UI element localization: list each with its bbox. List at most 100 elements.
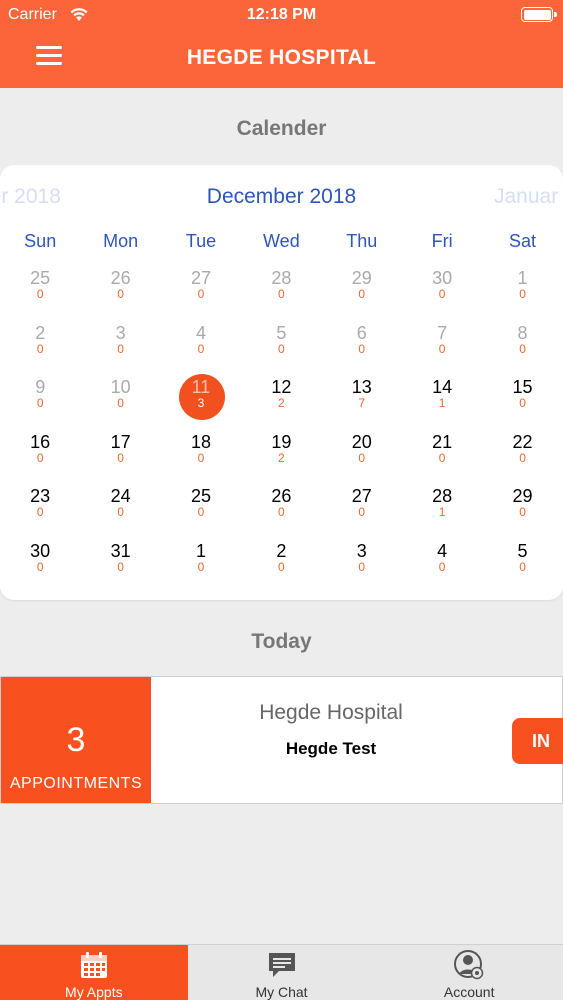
calendar-day[interactable]: 29 0 <box>322 265 402 320</box>
calendar-week-row: 25 0 26 0 27 0 28 0 29 0 30 0 1 0 <box>0 265 563 320</box>
calendar-day[interactable]: 27 0 <box>322 483 402 538</box>
calendar-day[interactable]: 10 <box>161 538 241 593</box>
day-appointment-count: 0 <box>519 505 526 519</box>
calendar-day-selected[interactable]: 11 3 <box>161 374 241 429</box>
calendar-day[interactable]: 15 0 <box>482 374 562 429</box>
calendar-day[interactable]: 25 0 <box>161 483 241 538</box>
tab-label: My Appts <box>65 984 123 1000</box>
day-number: 25 <box>30 268 51 288</box>
calendar-day[interactable]: 30 <box>80 320 160 375</box>
day-appointment-count: 0 <box>278 287 285 301</box>
day-appointment-count: 0 <box>519 287 526 301</box>
calendar-day[interactable]: 28 1 <box>402 483 482 538</box>
day-appointment-count: 0 <box>438 450 446 465</box>
day-number: 28 <box>432 486 453 506</box>
calendar-day[interactable]: 30 0 <box>0 538 80 593</box>
calendar-day[interactable]: 26 0 <box>241 483 321 538</box>
calendar-week-row: 20304050607080 <box>0 320 563 375</box>
weekday-label: Tue <box>185 231 217 251</box>
status-bar: Carrier 12:18 PM <box>0 0 563 30</box>
calendar-day[interactable]: 50 <box>482 538 562 593</box>
calendar-day[interactable]: 30 <box>322 538 402 593</box>
calendar-day[interactable]: 22 0 <box>482 429 562 484</box>
tab-label: My Chat <box>255 984 308 1000</box>
calendar-day[interactable]: 12 2 <box>241 374 321 429</box>
day-appointment-count: 0 <box>438 287 446 301</box>
day-number: 26 <box>271 486 292 506</box>
calendar-day[interactable]: 29 0 <box>482 483 562 538</box>
day-number: 2 <box>35 322 46 343</box>
day-appointment-count: 0 <box>36 450 44 465</box>
calendar-day[interactable]: 13 7 <box>322 374 402 429</box>
calendar-grid: 25 0 26 0 27 0 28 0 29 0 30 0 1 0 2 0 3 0 4 0 5 0 6 0 7 0 8 0 9 0 10 0 1… <box>0 265 563 592</box>
day-appointment-count: 0 <box>197 505 205 519</box>
calendar-day[interactable]: 20 0 <box>322 429 402 484</box>
calendar-week-row: 23 0 24 0 25 0 26 0 27 0 28 1 29 0 <box>0 483 563 538</box>
day-appointment-count: 0 <box>197 559 205 574</box>
calendar-day[interactable]: 24 0 <box>80 483 160 538</box>
day-number: 3 <box>356 540 367 561</box>
today-appointment-card[interactable]: 3 APPOINTMENTS Hegde Hospital Hegde Test… <box>0 676 563 804</box>
current-month-label: December 2018 <box>206 185 357 208</box>
tab-my-appts[interactable]: My Appts <box>0 945 188 1000</box>
calendar-day[interactable]: 20 <box>0 320 80 375</box>
tab-my-chat[interactable]: My Chat <box>188 945 376 1000</box>
day-number: 3 <box>115 322 126 343</box>
calendar-day[interactable]: 20 <box>241 538 321 593</box>
calendar-week-row: 9 0 10 0 11 3 12 2 13 7 14 1 15 0 <box>0 374 563 429</box>
calendar-day[interactable]: 14 1 <box>402 374 482 429</box>
calendar-day[interactable]: 10 0 <box>80 374 160 429</box>
appointments-summary[interactable]: 3 APPOINTMENTS <box>1 677 151 803</box>
calendar-day[interactable]: 18 0 <box>161 429 241 484</box>
calendar-day[interactable]: 17 0 <box>80 429 160 484</box>
weekday-header: Sun Mon Tue Wed Thu Fri Sat <box>0 231 563 252</box>
calendar-day[interactable]: 27 0 <box>161 265 241 320</box>
day-number: 4 <box>195 322 206 343</box>
day-number: 9 <box>35 377 46 397</box>
hospital-name: Hegde Hospital <box>259 701 403 724</box>
day-number: 22 <box>512 431 533 452</box>
calendar-day[interactable]: 10 <box>482 265 562 320</box>
day-number: 1 <box>195 540 206 561</box>
calendar-day[interactable]: 26 0 <box>80 265 160 320</box>
calendar-day[interactable]: 30 0 <box>402 265 482 320</box>
calendar: per 2018 December 2018 Januar SunMonTueW… <box>0 165 563 600</box>
day-appointment-count: 0 <box>519 341 526 356</box>
calendar-day[interactable]: 80 <box>482 320 562 375</box>
day-number: 5 <box>276 322 287 343</box>
day-appointment-count: 0 <box>36 341 44 356</box>
day-number: 29 <box>512 486 533 506</box>
day-appointment-count: 0 <box>278 505 285 519</box>
calendar-day[interactable]: 25 0 <box>0 265 80 320</box>
day-number: 24 <box>110 486 131 506</box>
calendar-day[interactable]: 31 0 <box>80 538 160 593</box>
calendar-day[interactable]: 70 <box>402 320 482 375</box>
day-number: 4 <box>437 540 448 561</box>
day-appointment-count: 0 <box>358 450 366 465</box>
day-appointment-count: 0 <box>358 505 366 519</box>
check-in-button[interactable]: IN <box>512 718 563 764</box>
calendar-day[interactable]: 23 0 <box>0 483 80 538</box>
calendar-day[interactable]: 28 0 <box>241 265 321 320</box>
page-title: HEGDE HOSPITAL <box>186 46 377 69</box>
day-appointment-count: 0 <box>197 287 205 301</box>
next-month-label[interactable]: Januar <box>494 185 558 209</box>
weekday-label: Thu <box>346 231 378 251</box>
tab-account[interactable]: Account <box>375 945 563 1000</box>
day-number: 16 <box>30 431 51 452</box>
calendar-day[interactable]: 21 0 <box>402 429 482 484</box>
day-appointment-count: 0 <box>36 559 44 574</box>
calendar-day[interactable]: 90 <box>0 374 80 429</box>
day-number: 21 <box>432 431 453 452</box>
calendar-day[interactable]: 16 0 <box>0 429 80 484</box>
calendar-day[interactable]: 40 <box>161 320 241 375</box>
calendar-day[interactable]: 40 <box>402 538 482 593</box>
day-number: 17 <box>110 431 131 452</box>
calendar-day[interactable]: 50 <box>241 320 321 375</box>
calendar-day[interactable]: 60 <box>322 320 402 375</box>
calendar-day[interactable]: 19 2 <box>241 429 321 484</box>
day-number: 8 <box>517 322 528 343</box>
day-appointment-count: 0 <box>117 559 124 574</box>
calendar-icon <box>80 952 107 978</box>
day-appointment-count: 0 <box>197 341 205 356</box>
